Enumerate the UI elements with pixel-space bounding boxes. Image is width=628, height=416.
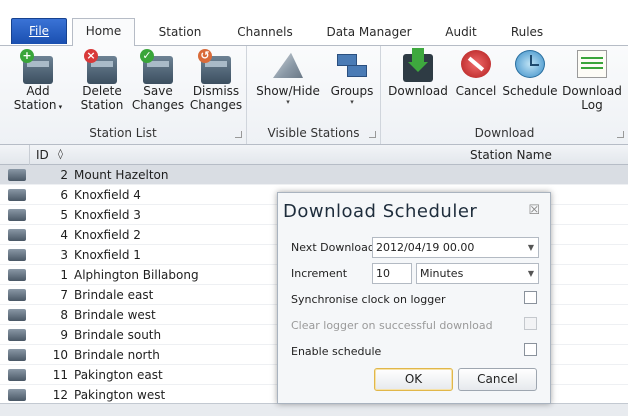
group-visible-stations: Show/Hide ▾ Groups ▾ Visible Stations bbox=[247, 46, 381, 144]
group-download: Download Cancel Schedule Download Log Do… bbox=[381, 46, 628, 144]
station-icon bbox=[8, 229, 26, 241]
station-icon bbox=[8, 349, 26, 361]
dialog-launcher-icon[interactable] bbox=[617, 131, 624, 138]
increment-label: Increment bbox=[291, 267, 348, 280]
tab-rules[interactable]: Rules bbox=[502, 20, 552, 46]
tab-data-manager[interactable]: Data Manager bbox=[320, 20, 418, 46]
group-label-visible-stations: Visible Stations bbox=[267, 126, 360, 140]
groups-button[interactable]: Groups ▾ bbox=[327, 50, 377, 106]
cancel-download-button[interactable]: Cancel bbox=[453, 50, 499, 98]
tab-channels[interactable]: Channels bbox=[232, 20, 298, 46]
cancel-icon bbox=[461, 50, 491, 78]
station-icon bbox=[8, 249, 26, 261]
table-row[interactable]: 2 Mount Hazelton bbox=[0, 165, 628, 185]
column-header-icon[interactable] bbox=[0, 145, 30, 165]
close-icon[interactable]: ☒ bbox=[528, 203, 540, 218]
download-scheduler-dialog: Download Scheduler ☒ Next Download 2012/… bbox=[277, 192, 551, 404]
ok-button[interactable]: OK bbox=[374, 368, 453, 391]
next-download-label: Next Download bbox=[291, 241, 375, 254]
enable-schedule-label: Enable schedule bbox=[291, 345, 382, 358]
log-icon bbox=[577, 50, 607, 78]
save-changes-button[interactable]: ✓ Save Changes bbox=[128, 49, 188, 112]
station-icon bbox=[8, 389, 26, 401]
dismiss-changes-icon: ↺ bbox=[198, 49, 231, 84]
dropdown-arrow-icon: ▾ bbox=[286, 98, 290, 106]
column-header-station-name[interactable]: Station Name bbox=[470, 145, 552, 165]
download-log-button[interactable]: Download Log bbox=[561, 50, 623, 112]
station-icon bbox=[8, 209, 26, 221]
sort-icon[interactable]: ◊ bbox=[58, 145, 63, 165]
column-header-id[interactable]: ID bbox=[36, 145, 49, 165]
download-icon bbox=[403, 48, 433, 82]
increment-unit-select[interactable]: Minutes ▼ bbox=[416, 263, 539, 284]
increment-value-field[interactable]: 10 bbox=[372, 263, 412, 284]
enable-schedule-checkbox[interactable] bbox=[524, 343, 537, 356]
dialog-launcher-icon[interactable] bbox=[235, 131, 242, 138]
clear-logger-checkbox[interactable] bbox=[524, 317, 537, 330]
dropdown-arrow-icon: ▾ bbox=[56, 103, 63, 111]
chevron-down-icon[interactable]: ▼ bbox=[528, 264, 534, 283]
station-icon bbox=[8, 309, 26, 321]
clock-icon bbox=[515, 50, 545, 78]
show-hide-icon bbox=[273, 52, 303, 78]
clear-logger-label: Clear logger on successful download bbox=[291, 319, 493, 332]
ribbon-tab-strip: File Home Station Channels Data Manager … bbox=[0, 0, 628, 46]
status-bar bbox=[0, 403, 628, 416]
next-download-field[interactable]: 2012/04/19 00.00 ▼ bbox=[372, 237, 539, 258]
groups-icon bbox=[337, 50, 367, 78]
download-button[interactable]: Download bbox=[387, 48, 449, 98]
group-station-list: + Add Station ▾ × Delete Station ✓ Save … bbox=[0, 46, 247, 144]
show-hide-button[interactable]: Show/Hide ▾ bbox=[253, 50, 323, 106]
station-icon bbox=[8, 269, 26, 281]
dropdown-arrow-icon: ▾ bbox=[350, 98, 354, 106]
group-label-station-list: Station List bbox=[89, 126, 157, 140]
dialog-launcher-icon[interactable] bbox=[369, 131, 376, 138]
add-station-button[interactable]: + Add Station ▾ bbox=[8, 49, 68, 114]
dismiss-changes-button[interactable]: ↺ Dismiss Changes bbox=[186, 49, 246, 112]
grid-header: ID ◊ Station Name bbox=[0, 145, 628, 165]
sync-clock-label: Synchronise clock on logger bbox=[291, 293, 446, 306]
tab-station[interactable]: Station bbox=[148, 20, 212, 46]
sync-clock-checkbox[interactable] bbox=[524, 291, 537, 304]
ribbon: + Add Station ▾ × Delete Station ✓ Save … bbox=[0, 45, 628, 145]
group-label-download: Download bbox=[474, 126, 535, 140]
station-icon bbox=[8, 369, 26, 381]
tab-home[interactable]: Home bbox=[72, 18, 135, 46]
cancel-button[interactable]: Cancel bbox=[458, 368, 537, 391]
tab-file[interactable]: File bbox=[11, 18, 67, 44]
tab-audit[interactable]: Audit bbox=[438, 20, 484, 46]
save-changes-icon: ✓ bbox=[140, 49, 173, 84]
delete-station-button[interactable]: × Delete Station bbox=[74, 49, 130, 112]
station-icon bbox=[8, 289, 26, 301]
add-station-icon: + bbox=[20, 49, 53, 84]
station-icon bbox=[8, 169, 26, 181]
station-icon bbox=[8, 189, 26, 201]
chevron-down-icon[interactable]: ▼ bbox=[528, 238, 534, 257]
delete-station-icon: × bbox=[84, 49, 117, 84]
schedule-button[interactable]: Schedule bbox=[501, 50, 559, 98]
station-icon bbox=[8, 329, 26, 341]
dialog-title: Download Scheduler bbox=[283, 201, 478, 222]
